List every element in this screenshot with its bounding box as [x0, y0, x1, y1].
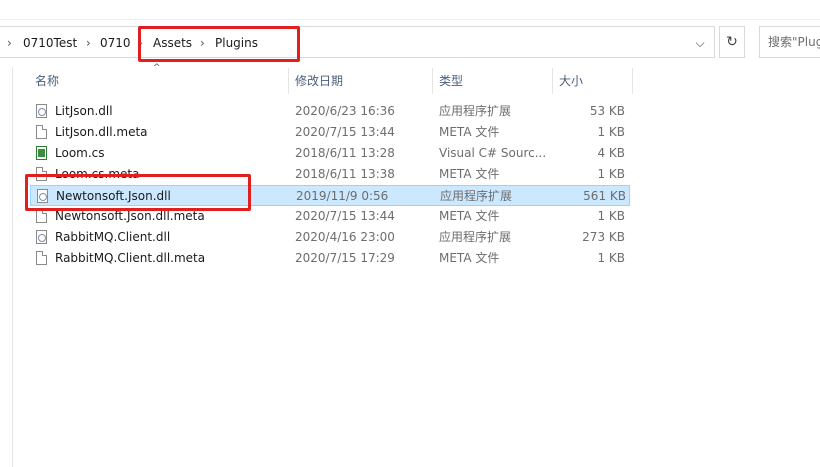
- highlight-box-breadcrumb: [138, 26, 300, 62]
- breadcrumb-separator[interactable]: ›: [86, 34, 91, 52]
- file-date: 2018/6/11 13:38: [295, 167, 395, 181]
- breadcrumb-item-0710test[interactable]: 0710Test: [23, 34, 77, 52]
- file-date: 2020/4/16 23:00: [295, 230, 395, 244]
- search-input[interactable]: 搜索"Plug: [759, 26, 820, 58]
- file-size: 4 KB: [597, 146, 625, 160]
- file-row[interactable]: Loom.cs 2018/6/11 13:28 Visual C# Sourc.…: [30, 143, 630, 164]
- chevron-down-icon[interactable]: ⌵: [690, 34, 710, 52]
- file-row[interactable]: LitJson.dll 2020/6/23 16:36 应用程序扩展 53 KB: [30, 101, 630, 122]
- column-divider[interactable]: [632, 68, 633, 94]
- breadcrumb-separator[interactable]: ›: [7, 34, 12, 52]
- column-header-name[interactable]: 名称: [35, 70, 59, 92]
- file-date: 2020/7/15 17:29: [295, 251, 395, 265]
- file-type: META 文件: [439, 167, 500, 181]
- file-date: 2020/7/15 13:44: [295, 125, 395, 139]
- file-date: 2018/6/11 13:28: [295, 146, 395, 160]
- file-icon: [36, 125, 47, 139]
- file-row[interactable]: LitJson.dll.meta 2020/7/15 13:44 META 文件…: [30, 122, 630, 143]
- file-type: 应用程序扩展: [439, 104, 512, 118]
- file-size: 1 KB: [597, 251, 625, 265]
- column-header-date[interactable]: 修改日期: [295, 70, 343, 92]
- file-size: 53 KB: [589, 104, 625, 118]
- file-icon: [36, 251, 47, 265]
- column-divider[interactable]: [432, 68, 433, 94]
- column-divider[interactable]: [288, 68, 289, 94]
- address-bar[interactable]: › 0710Test › 0710 › Assets › Plugins ⌵: [0, 26, 715, 58]
- file-type: Visual C# Sourc...: [439, 146, 547, 160]
- address-row: › 0710Test › 0710 › Assets › Plugins ⌵ ↻…: [0, 26, 820, 60]
- file-type: META 文件: [439, 251, 500, 265]
- breadcrumb-item-0710[interactable]: 0710: [100, 34, 131, 52]
- file-row[interactable]: RabbitMQ.Client.dll.meta 2020/7/15 17:29…: [30, 248, 630, 269]
- csharp-file-icon: [36, 146, 47, 160]
- file-name: LitJson.dll: [55, 104, 113, 118]
- file-type: 应用程序扩展: [439, 230, 512, 244]
- file-type: 应用程序扩展: [440, 189, 513, 203]
- file-size: 1 KB: [597, 125, 625, 139]
- file-icon: [36, 209, 47, 223]
- file-name: RabbitMQ.Client.dll: [55, 230, 171, 244]
- file-size: 273 KB: [582, 230, 625, 244]
- navigation-pane-edge: [0, 67, 13, 467]
- sort-ascending-icon: ^: [153, 63, 161, 73]
- file-date: 2019/11/9 0:56: [296, 189, 389, 203]
- file-type: META 文件: [439, 125, 500, 139]
- column-header-type[interactable]: 类型: [439, 70, 463, 92]
- file-size: 561 KB: [583, 189, 626, 203]
- file-size: 1 KB: [597, 167, 625, 181]
- file-name: RabbitMQ.Client.dll.meta: [55, 251, 206, 265]
- refresh-icon[interactable]: ↻: [719, 26, 745, 58]
- highlight-box-selected-file: [25, 174, 251, 211]
- file-row[interactable]: RabbitMQ.Client.dll 2020/4/16 23:00 应用程序…: [30, 227, 630, 248]
- dll-file-icon: [36, 230, 47, 244]
- column-divider[interactable]: [552, 68, 553, 94]
- dll-file-icon: [36, 104, 47, 118]
- file-date: 2020/7/15 13:44: [295, 209, 395, 223]
- file-size: 1 KB: [597, 209, 625, 223]
- divider: [0, 19, 820, 20]
- file-type: META 文件: [439, 209, 500, 223]
- file-name: Loom.cs: [55, 146, 105, 160]
- column-header-size[interactable]: 大小: [559, 70, 583, 92]
- title-strip: [0, 0, 820, 20]
- file-date: 2020/6/23 16:36: [295, 104, 395, 118]
- file-name: LitJson.dll.meta: [55, 125, 148, 139]
